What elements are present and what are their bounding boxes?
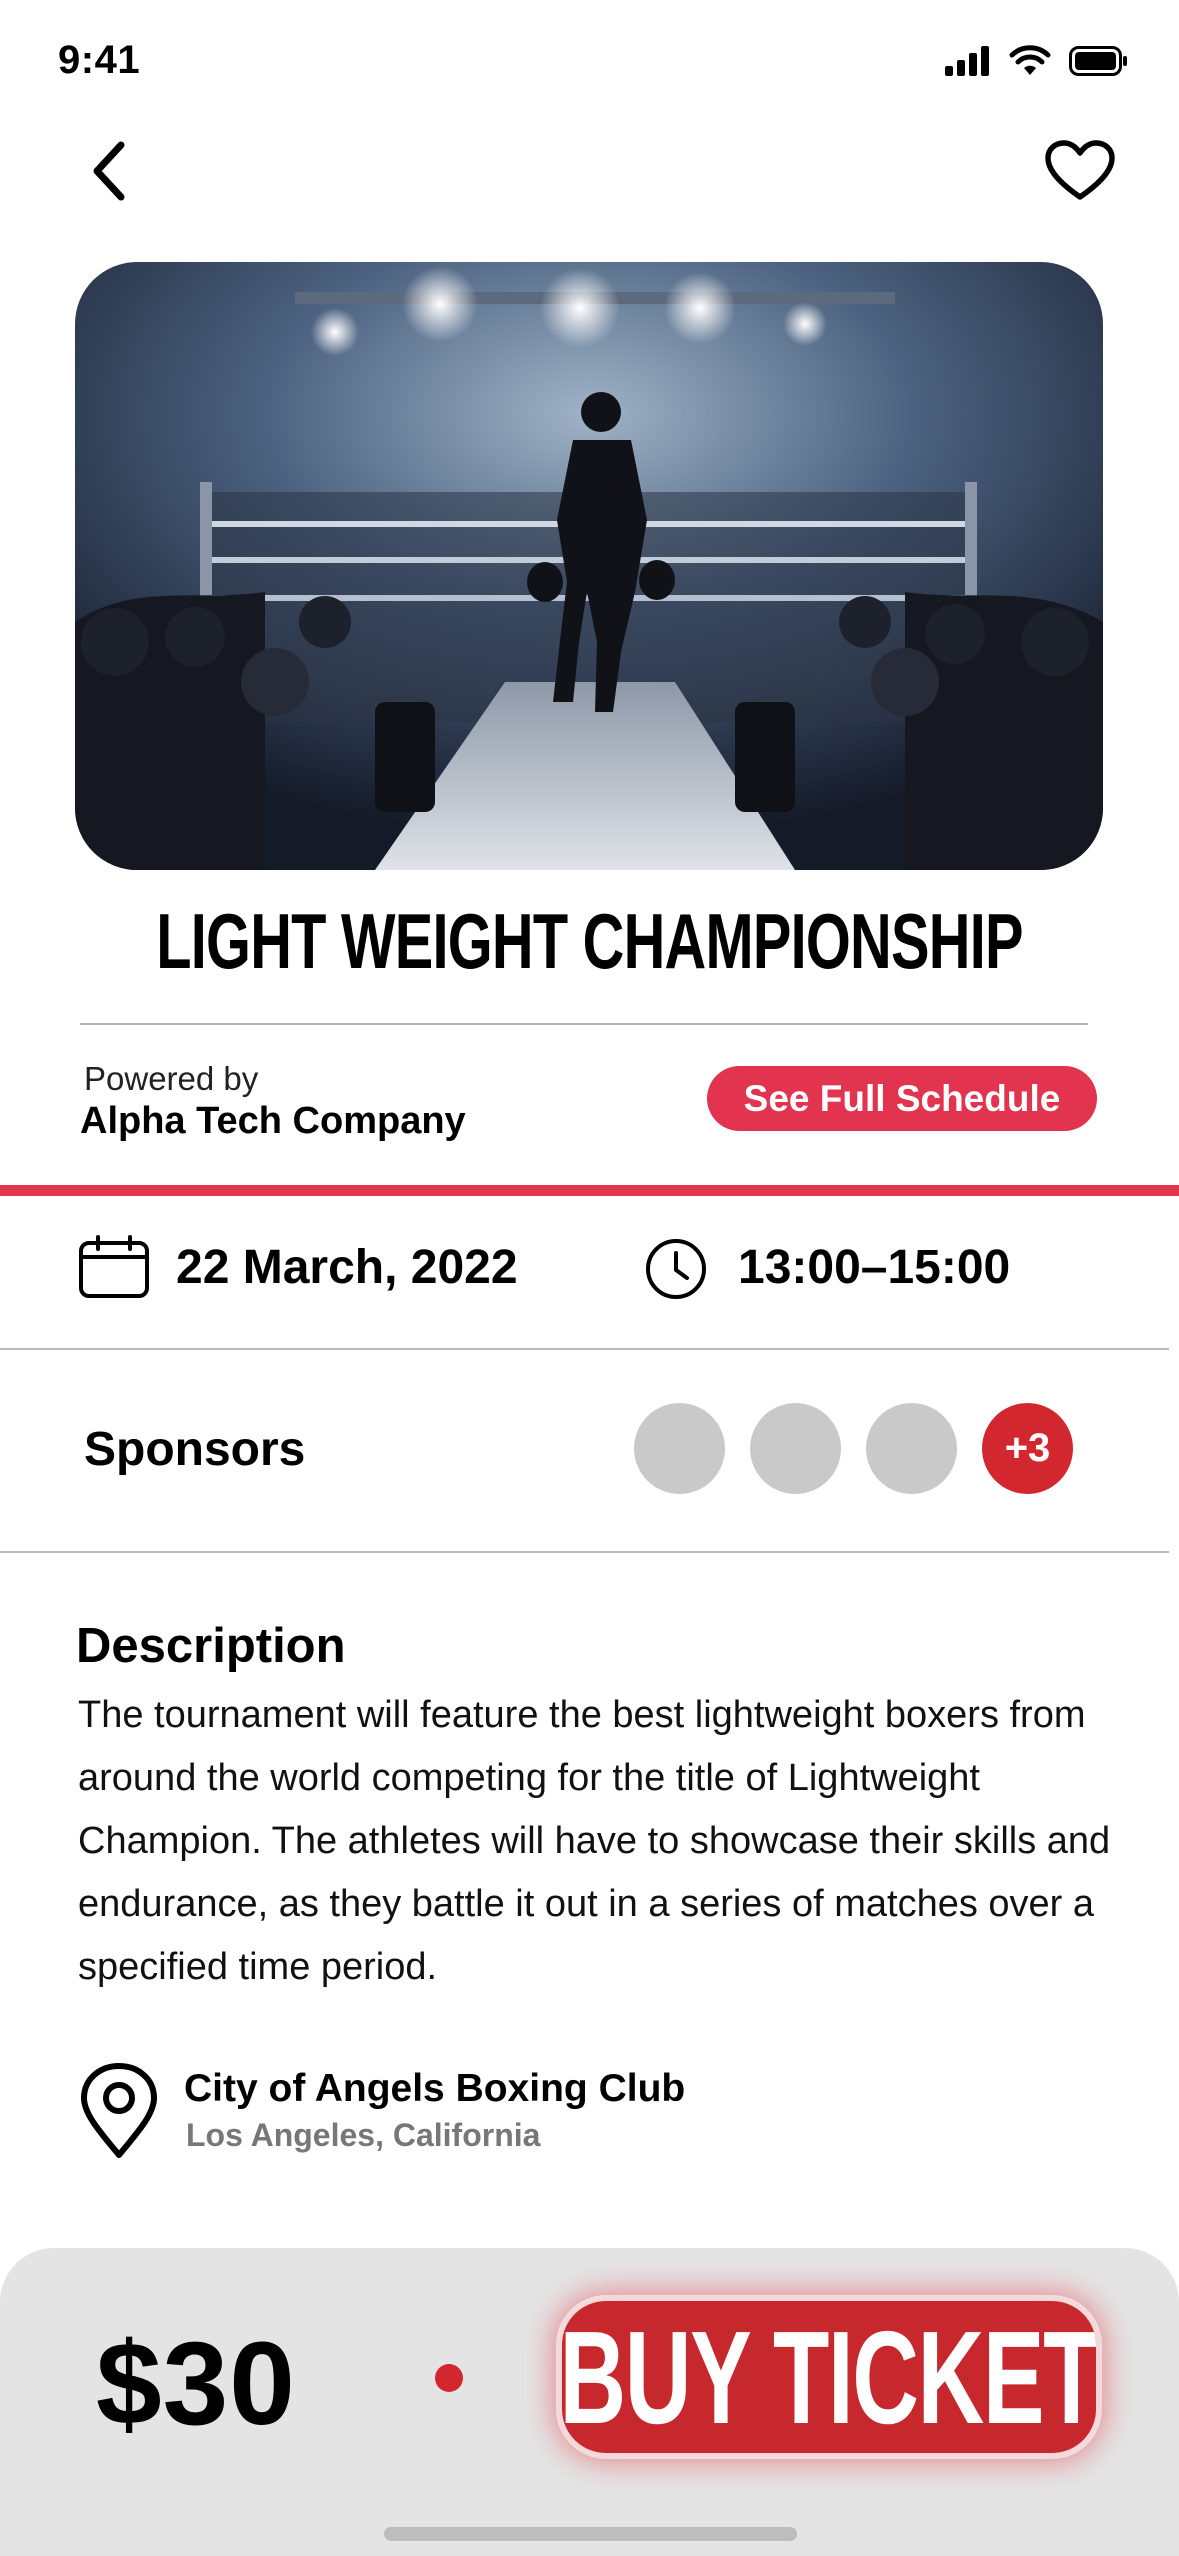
chevron-left-icon [93, 141, 125, 201]
favorite-button[interactable] [1035, 126, 1125, 216]
description-heading: Description [76, 1619, 346, 1673]
event-time: 13:00–15:00 [738, 1241, 1011, 1294]
back-button[interactable] [64, 126, 154, 216]
powered-by-label: Powered by [84, 1060, 259, 1097]
clock-icon [644, 1237, 708, 1306]
event-title: LIGHT WEIGHT CHAMPIONSHIP [156, 897, 1023, 985]
more-sponsors-button[interactable]: +3 [982, 1403, 1073, 1494]
sponsors-label: Sponsors [84, 1423, 306, 1476]
sponsor-avatar[interactable] [634, 1403, 725, 1494]
sponsor-avatar[interactable] [866, 1403, 957, 1494]
location-pin-icon [78, 2062, 160, 2165]
see-full-schedule-button[interactable]: See Full Schedule [707, 1066, 1097, 1131]
event-hero-image [75, 262, 1103, 870]
divider [0, 1551, 1169, 1553]
battery-icon [1069, 46, 1127, 76]
ticket-price: $30 [96, 2318, 296, 2450]
title-divider [80, 1023, 1088, 1025]
cellular-signal-icon [945, 46, 989, 76]
buy-ticket-label: BUY TICKET [562, 2303, 1096, 2451]
buy-ticket-button[interactable]: BUY TICKET [562, 2301, 1096, 2453]
heart-outline-icon [1045, 140, 1115, 200]
status-time: 9:41 [58, 38, 141, 82]
venue-name: City of Angels Boxing Club [184, 2067, 686, 2110]
venue-location: Los Angeles, California [186, 2117, 541, 2153]
status-icons [945, 44, 1127, 78]
wifi-icon [1009, 45, 1051, 75]
sponsor-avatars: +3 [634, 1403, 1073, 1494]
home-indicator[interactable] [384, 2527, 797, 2541]
organizer-name: Alpha Tech Company [80, 1100, 466, 1142]
separator-dot [435, 2364, 463, 2392]
event-date: 22 March, 2022 [176, 1241, 518, 1294]
calendar-icon [78, 1235, 150, 1304]
divider [0, 1348, 1169, 1350]
accent-bar [0, 1185, 1179, 1196]
sponsor-avatar[interactable] [750, 1403, 841, 1494]
description-text: The tournament will feature the best lig… [78, 1694, 1111, 1988]
